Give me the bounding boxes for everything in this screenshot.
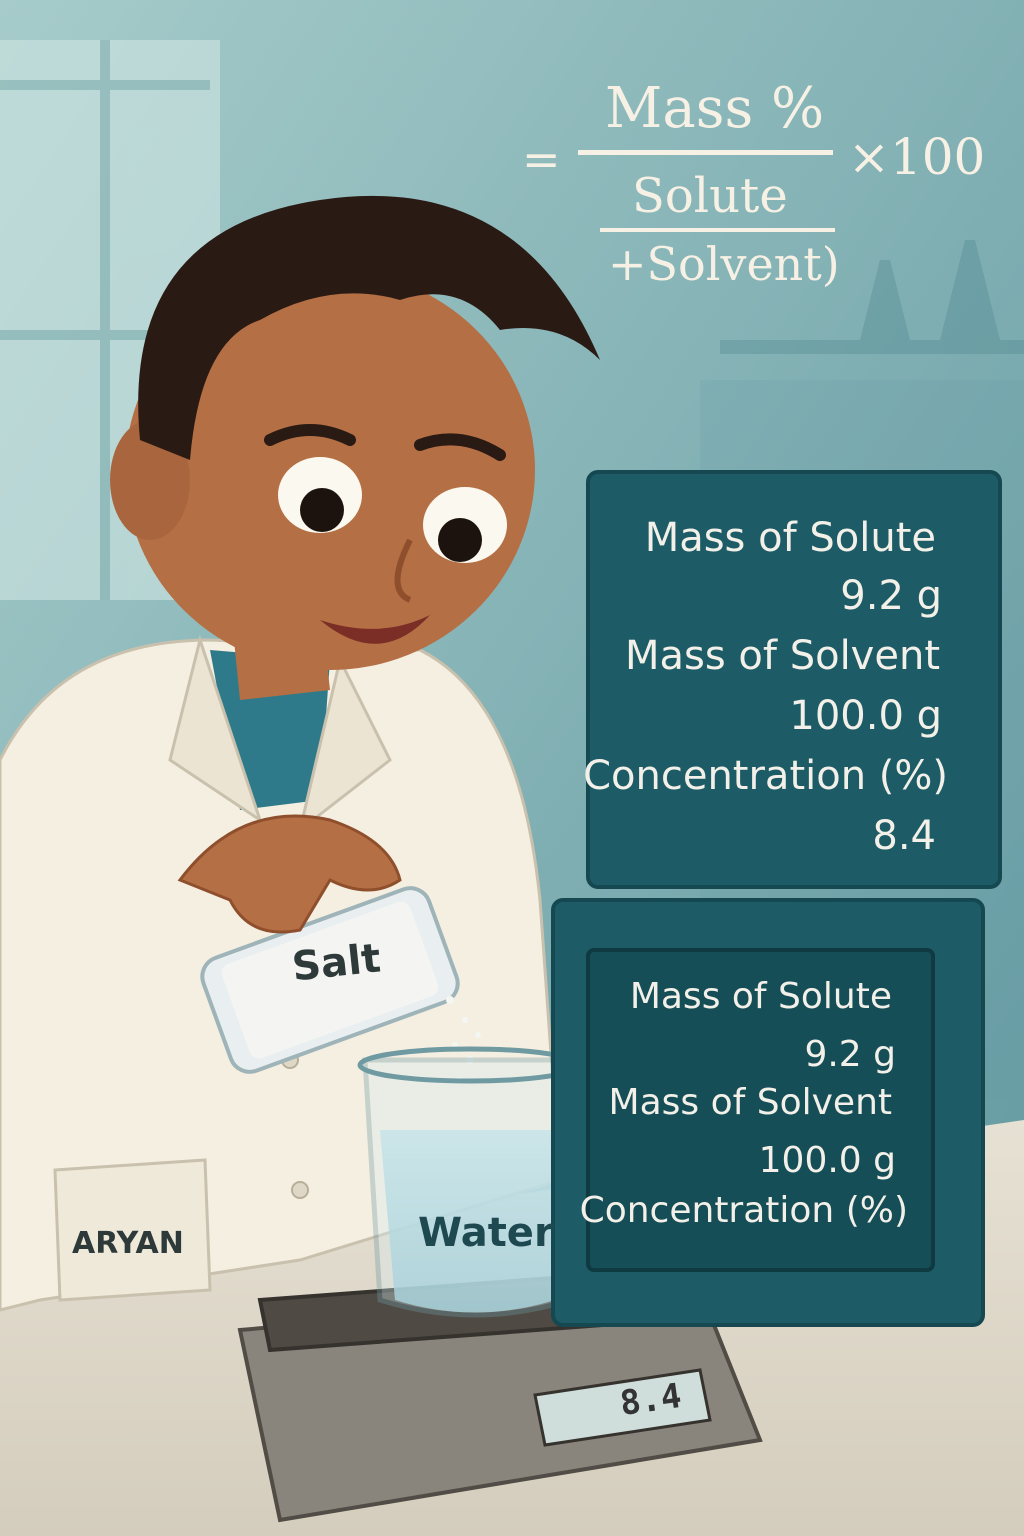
panel-bottom-solvent-label: Mass of Solvent: [608, 1082, 892, 1123]
formula-times: ×100: [848, 128, 986, 186]
panel-top-concentration-label: Concentration (%): [583, 753, 948, 799]
panel-top-solute-value: 9.2 g: [840, 573, 942, 619]
formula-equals: =: [522, 132, 561, 186]
panel-bottom-solute-value: 9.2 g: [804, 1034, 896, 1075]
name-tag: ARYAN: [72, 1226, 184, 1261]
panel-top-solute-label: Mass of Solute: [644, 515, 936, 561]
formula-denominator-top: Solute: [632, 168, 788, 224]
illustration-scene: = Mass % ×100 Solute +Solvent) Mass of S…: [0, 0, 1024, 1536]
formula-bar-main: [578, 150, 833, 155]
panel-bottom-concentration-label: Concentration (%): [579, 1190, 908, 1231]
formula-denominator-bottom: +Solvent): [608, 237, 840, 291]
water-beaker: [357, 1046, 583, 1318]
panel-bottom-solute-label: Mass of Solute: [629, 976, 892, 1017]
water-label: Water: [418, 1210, 554, 1256]
panel-top-solvent-value: 100.0 g: [789, 693, 942, 739]
formula-numerator: Mass %: [605, 76, 825, 141]
panel-top-concentration-value: 8.4: [872, 813, 936, 859]
panel-top-solvent-label: Mass of Solvent: [625, 633, 940, 679]
formula-bar-inner: [600, 228, 835, 232]
panel-bottom-solvent-value: 100.0 g: [758, 1140, 896, 1181]
scale-reading: 8.4: [617, 1375, 684, 1425]
salt-label: Salt: [289, 935, 383, 991]
